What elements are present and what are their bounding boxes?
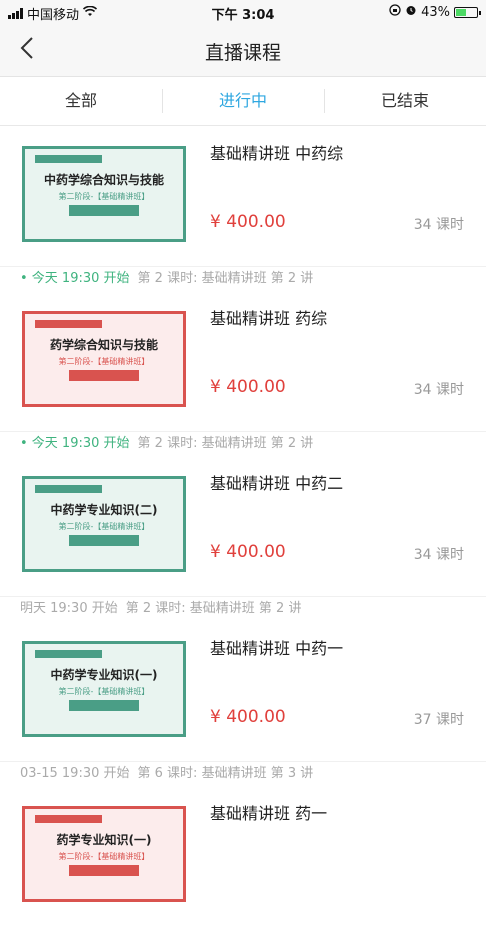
thumbnail-period [69, 865, 139, 876]
live-info: 03-15 19:30 开始第 6 课时: 基础精讲班 第 3 讲 [0, 761, 486, 786]
thumbnail-period [69, 535, 139, 546]
course-hours: 34 课时 [413, 547, 464, 563]
alarm-icon [405, 4, 417, 20]
course-hours: 34 课时 [413, 382, 464, 398]
live-info: 明天 19:30 开始第 2 课时: 基础精讲班 第 2 讲 [0, 596, 486, 621]
course-price: ¥ 400.00 [210, 707, 286, 727]
course-card[interactable]: 药学专业知识(一) 第二阶段-【基础精讲班】 基础精讲班 药一 [0, 786, 486, 926]
course-card[interactable]: 中药学综合知识与技能 第二阶段-【基础精讲班】 基础精讲班 中药综 ¥ 400.… [0, 126, 486, 291]
course-name: 基础精讲班 中药一 [210, 639, 344, 658]
tab-ended[interactable]: 已结束 [324, 77, 486, 125]
thumbnail-stage: 第二阶段-【基础精讲班】 [58, 522, 150, 531]
course-name: 基础精讲班 药综 [210, 309, 328, 328]
course-name: 基础精讲班 中药综 [210, 144, 344, 163]
thumbnail-stage: 第二阶段-【基础精讲班】 [58, 687, 150, 696]
thumbnail-period [69, 370, 139, 381]
thumbnail-subject: 药学专业知识(一) [56, 833, 152, 847]
course-thumbnail: 药学专业知识(一) 第二阶段-【基础精讲班】 [22, 806, 186, 902]
course-card[interactable]: 药学综合知识与技能 第二阶段-【基础精讲班】 基础精讲班 药综 ¥ 400.00… [0, 291, 486, 456]
course-hours: 34 课时 [413, 217, 464, 233]
live-start-time: • 今天 19:30 开始 [20, 271, 130, 286]
course-name: 基础精讲班 药一 [210, 804, 328, 823]
thumbnail-subject: 中药学综合知识与技能 [43, 173, 164, 187]
live-start-time: • 今天 19:30 开始 [20, 436, 130, 451]
page-title: 直播课程 [204, 42, 281, 64]
nav-bar: 直播课程 [0, 24, 486, 77]
course-price: ¥ 400.00 [210, 212, 286, 232]
course-price: ¥ 400.00 [210, 542, 286, 562]
thumbnail-subject: 药学综合知识与技能 [49, 338, 158, 352]
live-info: • 今天 19:30 开始第 2 课时: 基础精讲班 第 2 讲 [0, 266, 486, 291]
course-thumbnail: 中药学专业知识(一) 第二阶段-【基础精讲班】 [22, 641, 186, 737]
thumbnail-tag [35, 650, 102, 658]
tab-in-progress[interactable]: 进行中 [162, 77, 324, 125]
thumbnail-stage: 第二阶段-【基础精讲班】 [58, 357, 150, 366]
thumbnail-period [69, 700, 139, 711]
course-thumbnail: 药学综合知识与技能 第二阶段-【基础精讲班】 [22, 311, 186, 407]
course-name: 基础精讲班 中药二 [210, 474, 344, 493]
battery-percent: 43% [421, 4, 450, 20]
thumbnail-tag [35, 815, 102, 823]
course-card[interactable]: 中药学专业知识(一) 第二阶段-【基础精讲班】 基础精讲班 中药一 ¥ 400.… [0, 621, 486, 786]
live-lesson: 第 2 课时: 基础精讲班 第 2 讲 [137, 436, 314, 451]
live-lesson: 第 2 课时: 基础精讲班 第 2 讲 [137, 271, 314, 286]
live-lesson: 第 6 课时: 基础精讲班 第 3 讲 [137, 766, 314, 781]
live-info: • 今天 19:30 开始第 2 课时: 基础精讲班 第 2 讲 [0, 431, 486, 456]
status-bar: 中国移动 下午 3:04 43% [0, 0, 486, 24]
course-hours: 37 课时 [413, 712, 464, 728]
thumbnail-tag [35, 155, 102, 163]
battery-icon [454, 6, 481, 18]
thumbnail-subject: 中药学专业知识(一) [50, 668, 158, 682]
course-thumbnail: 中药学专业知识(二) 第二阶段-【基础精讲班】 [22, 476, 186, 572]
thumbnail-tag [35, 485, 102, 493]
course-list: 中药学综合知识与技能 第二阶段-【基础精讲班】 基础精讲班 中药综 ¥ 400.… [0, 126, 486, 926]
tab-all[interactable]: 全部 [0, 77, 162, 125]
thumbnail-tag [35, 320, 102, 328]
thumbnail-period [69, 205, 139, 216]
course-price: ¥ 400.00 [210, 377, 286, 397]
thumbnail-stage: 第二阶段-【基础精讲班】 [58, 852, 150, 861]
thumbnail-subject: 中药学专业知识(二) [50, 503, 158, 517]
live-start-time: 明天 19:30 开始 [20, 601, 118, 616]
tab-bar: 全部 进行中 已结束 [0, 77, 486, 126]
status-right: 43% [389, 4, 481, 20]
live-start-time: 03-15 19:30 开始 [20, 766, 130, 781]
live-lesson: 第 2 课时: 基础精讲班 第 2 讲 [125, 601, 302, 616]
course-card[interactable]: 中药学专业知识(二) 第二阶段-【基础精讲班】 基础精讲班 中药二 ¥ 400.… [0, 456, 486, 621]
thumbnail-stage: 第二阶段-【基础精讲班】 [58, 192, 150, 201]
course-thumbnail: 中药学综合知识与技能 第二阶段-【基础精讲班】 [22, 146, 186, 242]
orientation-lock-icon [389, 4, 401, 20]
